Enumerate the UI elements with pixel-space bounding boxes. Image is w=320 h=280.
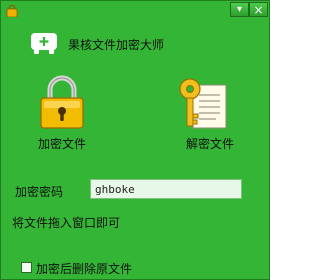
close-icon: × xyxy=(253,2,264,17)
app-name: 果核文件加密大师 xyxy=(68,38,165,52)
delete-original-label[interactable]: 加密后删除原文件 xyxy=(36,260,132,277)
encrypt-files-button[interactable]: 加密文件 xyxy=(38,135,86,152)
window-menu-button[interactable]: ▾ xyxy=(230,2,249,17)
padlock-icon[interactable] xyxy=(38,75,86,129)
app-window: ▾ × 果核文件加密大师 加密文件 解密文件 加密密码 将文件拖入窗口即可 加密… xyxy=(0,0,270,280)
window-close-button[interactable]: × xyxy=(249,2,268,17)
usb-plus-icon xyxy=(31,33,57,54)
delete-original-checkbox[interactable] xyxy=(21,262,32,273)
key-document-icon[interactable] xyxy=(176,76,228,130)
chevron-down-icon: ▾ xyxy=(236,3,243,15)
drag-drop-hint: 将文件拖入窗口即可 xyxy=(12,216,121,230)
password-label: 加密密码 xyxy=(15,185,64,199)
decrypt-files-button[interactable]: 解密文件 xyxy=(186,135,234,152)
password-input[interactable] xyxy=(90,179,242,199)
app-title-icon xyxy=(6,5,18,17)
